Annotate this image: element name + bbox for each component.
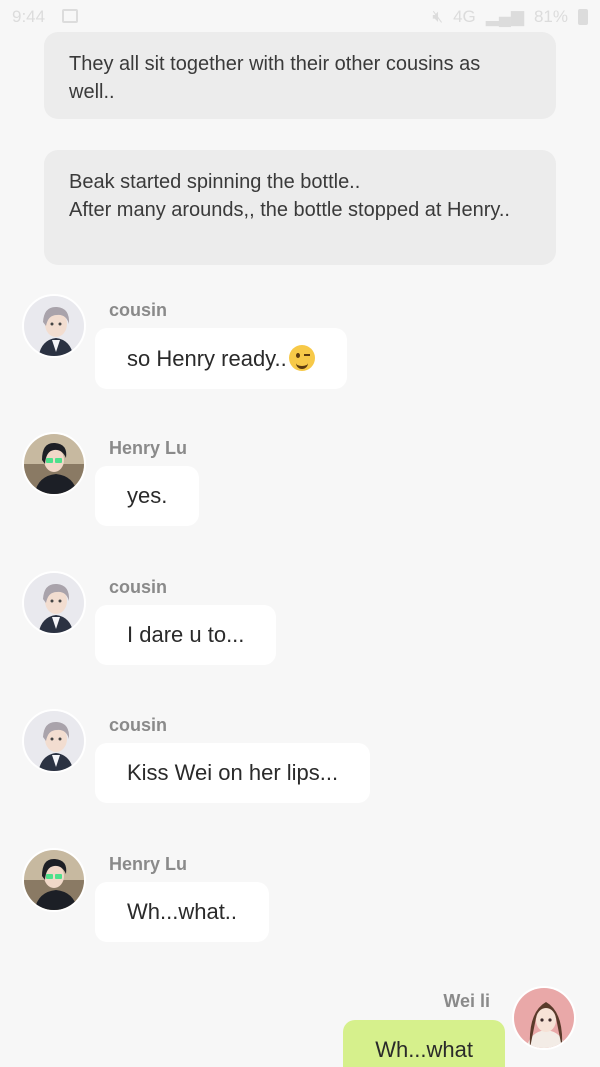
message-text: I dare u to... [127, 622, 245, 647]
sender-name: Henry Lu [109, 854, 188, 874]
cousin-avatar[interactable] [22, 709, 86, 773]
sender-name: Henry Lu [109, 438, 188, 458]
chat-message: cousin I dare u to... [0, 571, 600, 671]
narration-box: Beak started spinning the bottle.. After… [44, 150, 556, 265]
wei-avatar[interactable] [512, 986, 576, 1050]
message-text: so Henry ready.. [127, 346, 287, 371]
network-label: 4G [453, 7, 476, 26]
gallery-icon [62, 9, 78, 23]
chat-message: cousin so Henry ready.. [0, 294, 600, 394]
chat-message: Henry Lu yes. [0, 432, 600, 532]
battery-icon [578, 9, 588, 25]
henry-avatar[interactable] [22, 848, 86, 912]
sender-name: cousin [109, 300, 168, 320]
narration-box: They all sit together with their other c… [44, 32, 556, 119]
status-right: 🔇︎ 4G ▂▄▆ 81% [432, 7, 588, 27]
status-time: 9:44 [12, 7, 46, 26]
chat-message-outgoing: Wei li Wh...what [0, 986, 600, 1067]
sender-name: Wei li [443, 991, 490, 1011]
sender-name: cousin [109, 577, 168, 597]
henry-avatar[interactable] [22, 432, 86, 496]
message-bubble[interactable]: I dare u to... [95, 605, 277, 665]
cousin-avatar[interactable] [22, 294, 86, 358]
winking-face-emoji-icon [288, 345, 315, 371]
message-text: yes. [127, 483, 168, 508]
message-bubble[interactable]: Wh...what [343, 1020, 505, 1067]
sender-name: cousin [109, 715, 168, 735]
message-text: Kiss Wei on her lips... [127, 760, 339, 785]
cousin-avatar[interactable] [22, 571, 86, 635]
chat-message: cousin Kiss Wei on her lips... [0, 709, 600, 809]
message-text: Wh...what [375, 1037, 473, 1062]
message-bubble[interactable]: Kiss Wei on her lips... [95, 743, 371, 803]
mute-icon: 🔇︎ [432, 7, 444, 26]
message-bubble[interactable]: yes. [95, 466, 200, 526]
message-text: Wh...what.. [127, 899, 238, 924]
status-bar: 9:44 🔇︎ 4G ▂▄▆ 81% [0, 0, 600, 34]
signal-icon: ▂▄▆ [485, 7, 524, 26]
battery-label: 81% [533, 7, 568, 26]
message-bubble[interactable]: Wh...what.. [95, 882, 270, 942]
message-bubble[interactable]: so Henry ready.. [95, 328, 347, 389]
chat-message: Henry Lu Wh...what.. [0, 848, 600, 948]
